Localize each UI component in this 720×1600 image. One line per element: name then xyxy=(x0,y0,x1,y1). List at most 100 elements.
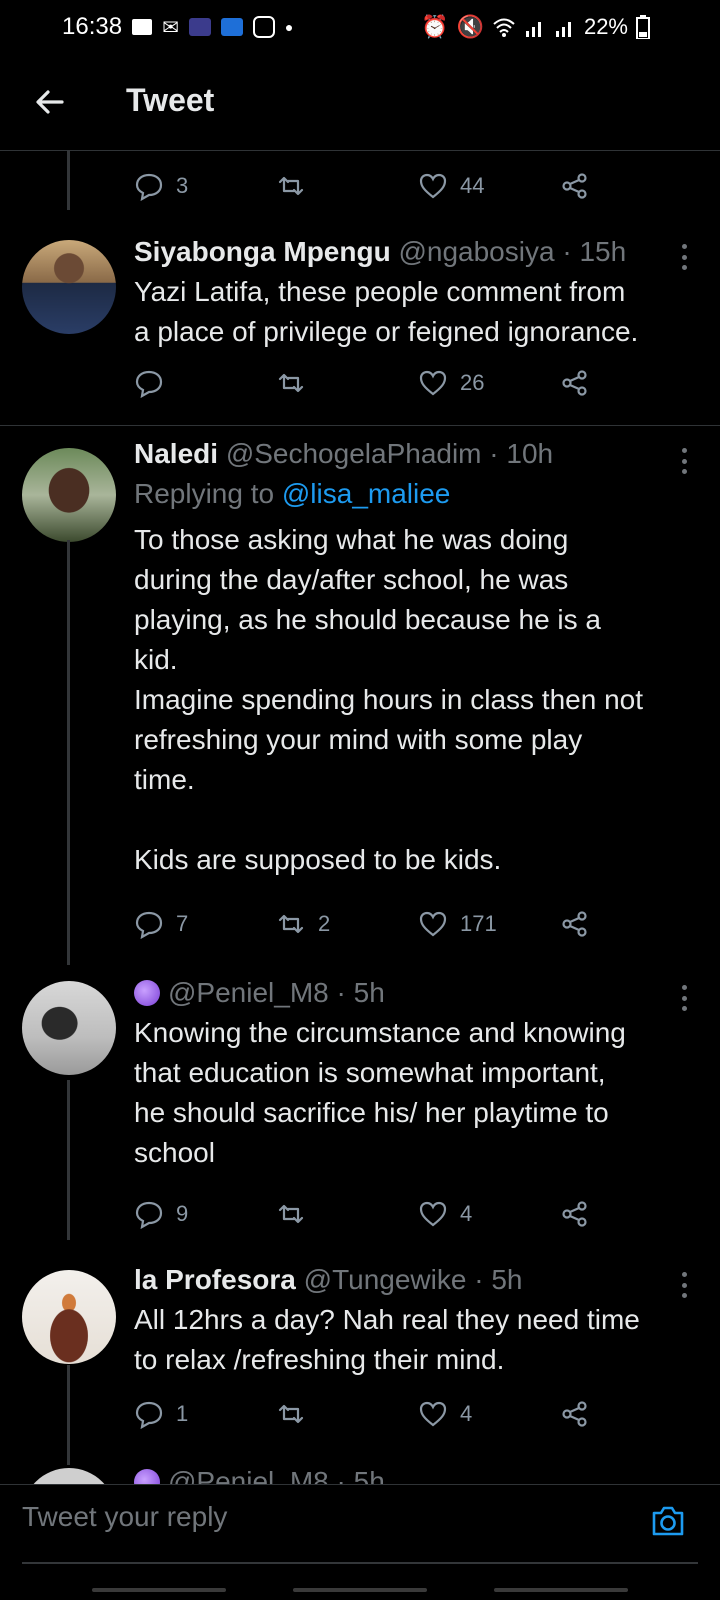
mute-icon: 🔇 xyxy=(456,14,484,39)
signal-icon xyxy=(525,22,541,37)
thread-line xyxy=(67,150,70,210)
timestamp: 5h xyxy=(491,1264,523,1295)
handle[interactable]: @Tungewike xyxy=(304,1264,467,1295)
like-button[interactable]: 4 xyxy=(418,1194,472,1234)
heart-icon xyxy=(419,911,447,937)
share-button[interactable] xyxy=(560,166,590,206)
reply-icon xyxy=(135,911,163,939)
retweet-icon xyxy=(278,176,304,196)
share-button[interactable] xyxy=(560,1394,590,1434)
nav-home-button[interactable] xyxy=(293,1588,427,1592)
share-icon xyxy=(562,911,587,937)
reply-button[interactable]: 3 xyxy=(134,166,188,206)
tweet-header: Naledi @SechogelaPhadim · 10h xyxy=(134,438,554,469)
handle[interactable]: @ngabosiya xyxy=(398,236,554,267)
like-button[interactable]: 4 xyxy=(418,1394,472,1434)
tweet-text: To those asking what he was doing during… xyxy=(134,524,643,875)
retweet-count: 2 xyxy=(318,911,331,936)
reply-underline xyxy=(22,1562,698,1564)
tweet-header: @Peniel_M8 · 5h xyxy=(134,1468,694,1484)
avatar[interactable] xyxy=(22,1270,116,1364)
thread-line xyxy=(67,1080,70,1240)
message-icon xyxy=(132,19,153,35)
reply-composer[interactable]: Tweet your reply xyxy=(0,1484,720,1559)
replying-to-label: Replying to xyxy=(134,478,275,509)
page-title: Tweet xyxy=(126,82,215,118)
like-button[interactable]: 171 xyxy=(418,904,497,944)
tweet-actions: 26 xyxy=(134,363,614,403)
avatar[interactable] xyxy=(22,448,116,542)
gmail-icon: ✉ xyxy=(162,16,179,39)
status-bar: 16:38 ✉ ● ⏰ 🔇 22% xyxy=(0,0,720,54)
retweet-icon xyxy=(278,1204,304,1224)
back-arrow-icon[interactable] xyxy=(32,84,68,120)
timestamp: 5h xyxy=(353,1468,385,1484)
heart-icon xyxy=(419,173,447,199)
timestamp: 10h xyxy=(506,438,554,469)
like-button[interactable]: 44 xyxy=(418,166,484,206)
crystal-ball-icon xyxy=(134,1469,160,1484)
like-button[interactable]: 26 xyxy=(418,363,484,403)
thread-line xyxy=(67,540,70,965)
app-icon xyxy=(188,18,211,36)
reply-count: 3 xyxy=(176,173,189,198)
display-name[interactable]: Siyabonga Mpengu xyxy=(134,236,391,267)
instagram-icon xyxy=(252,16,275,38)
timestamp: 15h xyxy=(579,236,627,267)
reply-count: 9 xyxy=(176,1201,189,1226)
reply-button[interactable]: 7 xyxy=(134,904,188,944)
handle[interactable]: @Peniel_M8 xyxy=(168,977,329,1008)
reply-button[interactable] xyxy=(134,363,176,403)
tweet-partial[interactable]: @Peniel_M8 · 5h xyxy=(0,1468,720,1484)
handle[interactable]: @SechogelaPhadim xyxy=(226,438,482,469)
share-button[interactable] xyxy=(560,1194,590,1234)
share-button[interactable] xyxy=(560,904,590,944)
retweet-button[interactable] xyxy=(276,363,318,403)
like-count: 4 xyxy=(460,1401,473,1426)
avatar[interactable] xyxy=(22,981,116,1075)
reply-input[interactable]: Tweet your reply xyxy=(22,1501,227,1533)
heart-icon xyxy=(419,1401,447,1427)
avatar[interactable] xyxy=(22,1468,116,1484)
tweet-actions: 3 44 xyxy=(134,166,614,206)
reply-icon xyxy=(135,370,163,398)
like-count: 44 xyxy=(460,173,485,198)
share-button[interactable] xyxy=(560,363,590,403)
tweet-header: Siyabonga Mpengu @ngabosiya · 15h xyxy=(134,236,627,267)
nav-back-button[interactable] xyxy=(494,1588,628,1592)
share-icon xyxy=(562,173,587,199)
thread-line xyxy=(67,1365,70,1465)
display-name[interactable]: Naledi xyxy=(134,438,218,469)
handle[interactable]: @Peniel_M8 xyxy=(168,1468,329,1484)
crystal-ball-icon xyxy=(134,980,160,1006)
dot-icon: ● xyxy=(284,19,294,35)
retweet-button[interactable] xyxy=(276,166,318,206)
signal-icon xyxy=(555,22,571,37)
share-icon xyxy=(562,1201,587,1227)
battery-level: 22% xyxy=(583,14,628,39)
display-name[interactable]: la Profesora xyxy=(134,1264,296,1295)
reply-button[interactable]: 9 xyxy=(134,1194,188,1234)
tweet-actions: 7 2 171 xyxy=(134,904,614,944)
camera-icon[interactable] xyxy=(648,1501,688,1541)
tweet-text: Knowing the circumstance and knowing tha… xyxy=(134,1017,626,1168)
reply-count: 1 xyxy=(176,1401,189,1426)
reply-icon xyxy=(135,173,163,201)
retweet-button[interactable]: 2 xyxy=(276,904,330,944)
reply-icon xyxy=(135,1401,163,1429)
wifi-icon xyxy=(493,18,515,37)
tweet-actions: 1 4 xyxy=(134,1394,614,1434)
mention-link[interactable]: @lisa_maliee xyxy=(282,478,451,509)
share-icon xyxy=(562,1401,587,1427)
nav-recents-button[interactable] xyxy=(92,1588,226,1592)
timestamp: 5h xyxy=(353,977,385,1008)
reply-button[interactable]: 1 xyxy=(134,1394,188,1434)
avatar[interactable] xyxy=(22,240,116,334)
status-time: 16:38 xyxy=(62,13,123,40)
like-count: 171 xyxy=(460,911,497,936)
retweet-button[interactable] xyxy=(276,1194,318,1234)
heart-icon xyxy=(419,1201,447,1227)
reply-count: 7 xyxy=(176,911,189,936)
retweet-button[interactable] xyxy=(276,1394,318,1434)
tweet-actions: 9 4 xyxy=(134,1194,614,1234)
